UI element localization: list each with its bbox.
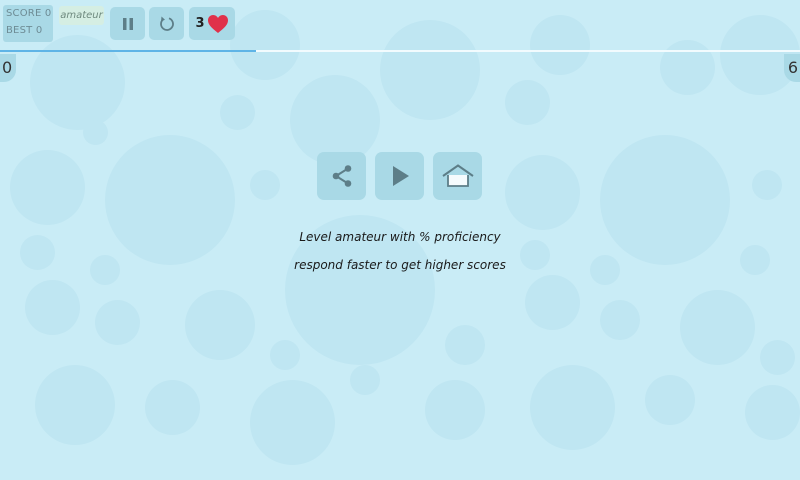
play-button[interactable] [375,152,424,200]
progress-fill [0,50,256,52]
score-label: SCORE [6,8,42,19]
heart-icon [207,14,228,33]
home-button[interactable] [433,152,482,200]
score-value: 0 [44,8,52,19]
best-line: BEST 0 [6,22,53,39]
pause-icon [122,17,133,30]
home-icon [441,164,474,187]
score-line: SCORE 0 [6,5,53,22]
score-panel: SCORE 0 BEST 0 [3,5,53,42]
restart-button[interactable] [149,7,184,40]
pause-button[interactable] [110,7,145,40]
progress-bar [0,50,800,52]
right-counter: 6 [784,54,800,82]
level-badge: amateur [59,6,104,25]
share-icon [332,165,351,187]
best-label: BEST [6,25,33,36]
share-button[interactable] [317,152,366,200]
play-icon [392,166,409,186]
lives-panel: 3 [189,7,235,40]
best-value: 0 [35,25,43,36]
lives-count: 3 [195,16,205,31]
level-message: Level amateur with % proficiency [299,230,501,244]
restart-icon [159,16,174,31]
hint-message: respond faster to get higher scores [294,258,506,272]
